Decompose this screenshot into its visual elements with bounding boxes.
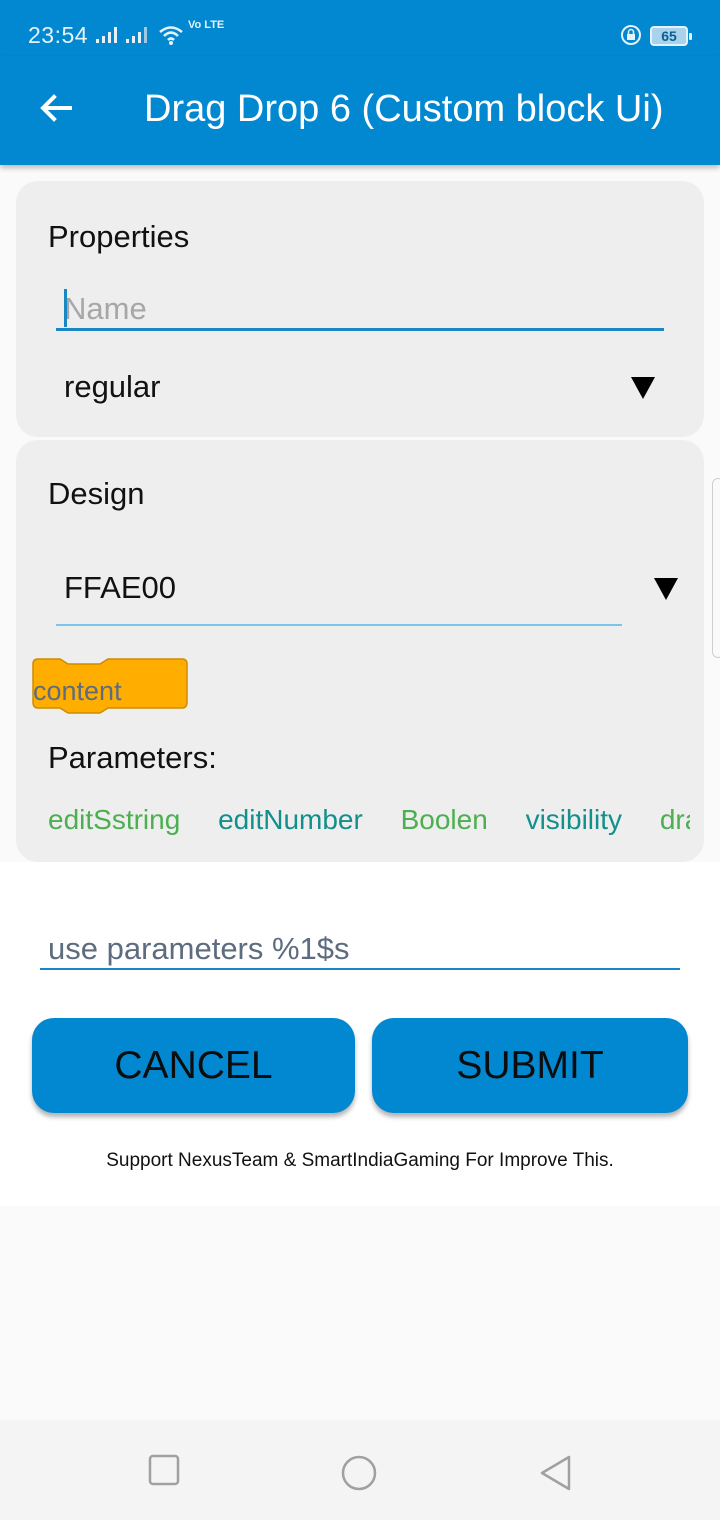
- param-chip-draw[interactable]: draw: [660, 804, 690, 836]
- design-card: Design FFAE00 content Parameters: editSs…: [16, 440, 704, 862]
- status-bar: 23:54 Vo LTE 65: [0, 0, 720, 56]
- signal-icon-2: [126, 27, 147, 43]
- block-spec-input[interactable]: [40, 930, 680, 970]
- color-spinner-arrow-icon[interactable]: [654, 578, 678, 600]
- text-cursor: [64, 289, 67, 327]
- signal-icon: [96, 27, 117, 43]
- param-chip-visibility[interactable]: visibility: [526, 804, 622, 836]
- parameters-list: editSstring editNumber Boolen visibility…: [48, 804, 690, 844]
- app-bar: Drag Drop 6 (Custom block Ui): [0, 56, 720, 165]
- battery-indicator: 65: [650, 26, 692, 46]
- properties-title: Properties: [48, 219, 190, 254]
- parameters-label: Parameters:: [48, 740, 217, 775]
- status-time: 23:54: [28, 22, 89, 48]
- wifi-icon: [159, 26, 183, 45]
- square-icon[interactable]: [148, 1454, 180, 1486]
- name-input[interactable]: [56, 289, 664, 331]
- network-type: Vo LTE: [188, 19, 225, 31]
- design-title: Design: [48, 476, 145, 511]
- support-note: Support NexusTeam & SmartIndiaGaming For…: [106, 1150, 614, 1171]
- color-spinner-underline: [56, 624, 622, 626]
- circle-icon[interactable]: [340, 1454, 378, 1492]
- param-chip-editnumber[interactable]: editNumber: [218, 804, 363, 836]
- param-chip-editsstring[interactable]: editSstring: [48, 804, 180, 836]
- navigation-bar: [0, 1420, 720, 1520]
- color-spinner-value[interactable]: FFAE00: [64, 570, 176, 606]
- block-preview-label: content: [33, 676, 122, 706]
- triangle-back-icon[interactable]: [538, 1454, 572, 1492]
- page-title: Drag Drop 6 (Custom block Ui): [144, 88, 664, 130]
- properties-card: Properties regular: [16, 181, 704, 437]
- param-chip-boolen[interactable]: Boolen: [401, 804, 488, 836]
- type-spinner-arrow-icon[interactable]: [631, 377, 655, 399]
- cancel-button[interactable]: CANCEL: [32, 1018, 355, 1113]
- type-spinner-value[interactable]: regular: [64, 369, 161, 405]
- arrow-left-icon[interactable]: [36, 88, 76, 128]
- submit-button[interactable]: SUBMIT: [372, 1018, 688, 1113]
- content-area: CANCEL SUBMIT Support NexusTeam & SmartI…: [0, 862, 720, 1206]
- scroll-edge: [712, 478, 720, 658]
- rotation-lock-icon: [621, 25, 641, 45]
